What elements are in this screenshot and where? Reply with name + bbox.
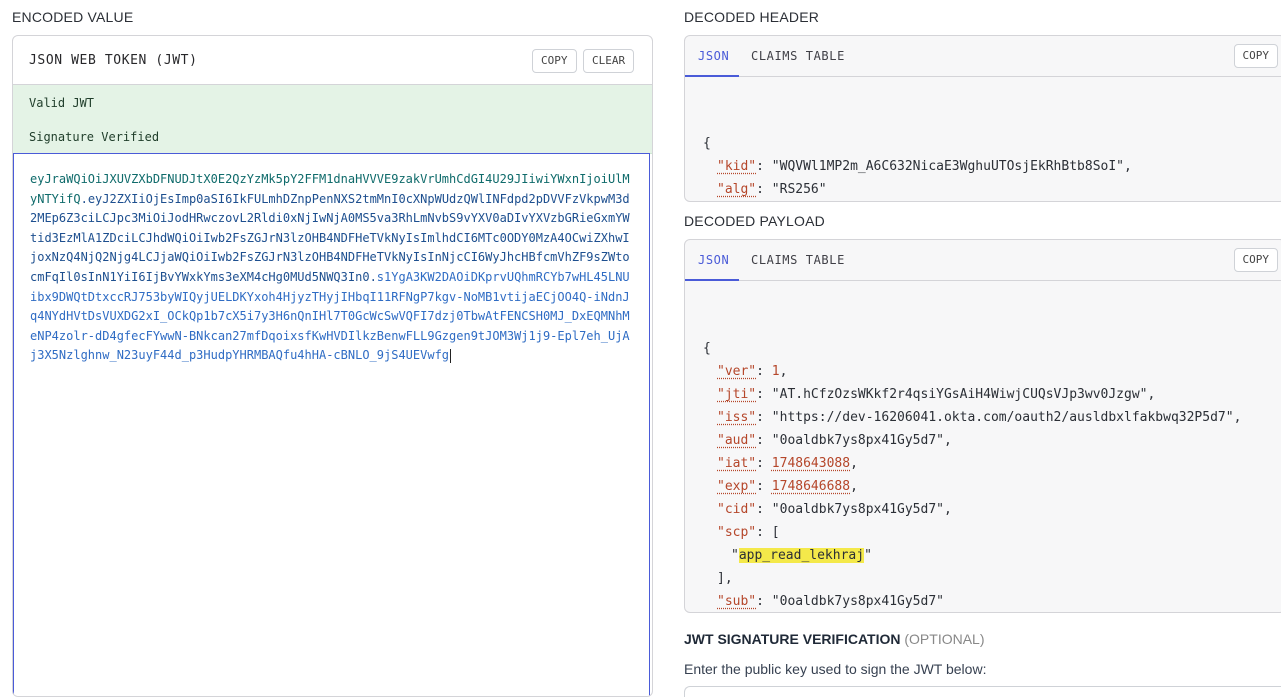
payload-jti-value: "AT.hCfzOzsWKkf2r4qsiYGsAiH4WiwjCUQsVJp3… xyxy=(771,387,1148,402)
header-key-kid: "kid" xyxy=(717,159,757,174)
decoded-payload-title: DECODED PAYLOAD xyxy=(684,213,825,229)
decoded-header-title: DECODED HEADER xyxy=(684,9,820,25)
payload-cid-value: "0oaldbk7ys8px41Gy5d7" xyxy=(771,502,944,517)
valid-jwt-text: Valid JWT xyxy=(29,96,95,110)
payload-aud-value: "0oaldbk7ys8px41Gy5d7" xyxy=(771,433,944,448)
payload-exp-value[interactable]: 1748646688 xyxy=(772,479,850,494)
public-key-input[interactable] xyxy=(684,686,1281,697)
text-cursor xyxy=(450,348,452,363)
signature-verification-title: JWT SIGNATURE VERIFICATION (OPTIONAL) xyxy=(684,631,985,647)
signature-description: Enter the public key used to sign the JW… xyxy=(684,661,987,677)
encoded-panel: JSON WEB TOKEN (JWT) COPY CLEAR Valid JW… xyxy=(12,35,653,697)
signature-verified-text: Signature Verified xyxy=(29,130,160,144)
payload-iss-value: "https://dev-16206041.okta.com/oauth2/au… xyxy=(771,410,1234,425)
header-tab-json[interactable]: JSON xyxy=(698,49,729,63)
signature-title-text: JWT SIGNATURE VERIFICATION xyxy=(684,631,901,647)
token-text: eyJraWQiOiJXUVZXbDFNUDJtX0E2QzYzMk5pY2FF… xyxy=(30,172,630,363)
header-tab-json-label: JSON xyxy=(698,49,730,63)
decoded-payload-panel: JSON CLAIMS TABLE COPY { "ver": 1, "jti"… xyxy=(684,239,1281,613)
token-input[interactable]: eyJraWQiOiJXUVZXbDFNUDJtX0E2QzYzMk5pY2FF… xyxy=(13,153,650,696)
jwt-panel-title: JSON WEB TOKEN (JWT) xyxy=(29,53,198,68)
header-key-alg: "alg" xyxy=(717,182,757,197)
decoded-header-panel: JSON CLAIMS TABLE COPY { "kid": "WQVWl1M… xyxy=(684,35,1281,202)
header-kid-value: "WQVWl1MP2m_A6C632NicaE3WghuUTOsjEkRhBtb… xyxy=(771,159,1124,174)
header-active-tab-indicator xyxy=(685,75,739,77)
copy-payload-button[interactable]: COPY xyxy=(1233,248,1278,272)
payload-active-tab-indicator xyxy=(685,279,739,281)
payload-tab-claims[interactable]: CLAIMS TABLE xyxy=(751,253,845,267)
copy-token-button[interactable]: COPY xyxy=(532,49,577,73)
payload-tabs: JSON CLAIMS TABLE COPY xyxy=(685,240,1281,281)
encoded-value-title: ENCODED VALUE xyxy=(12,9,134,25)
payload-tab-json[interactable]: JSON xyxy=(698,253,729,267)
copy-header-button[interactable]: COPY xyxy=(1233,44,1278,68)
payload-scp-item: app_read_lekhraj xyxy=(738,548,865,563)
payload-ver-value: 1 xyxy=(771,364,780,379)
payload-iat-value[interactable]: 1748643088 xyxy=(772,456,850,471)
clear-token-button[interactable]: CLEAR xyxy=(583,49,635,73)
header-tabs: JSON CLAIMS TABLE COPY xyxy=(685,36,1281,77)
validation-status: Valid JWT Signature Verified xyxy=(13,85,652,154)
header-tab-claims[interactable]: CLAIMS TABLE xyxy=(751,49,845,63)
header-alg-value: "RS256" xyxy=(771,182,827,197)
signature-optional-text: (OPTIONAL) xyxy=(904,631,985,647)
encoded-panel-header: JSON WEB TOKEN (JWT) COPY CLEAR xyxy=(13,36,652,85)
payload-sub-value: "0oaldbk7ys8px41Gy5d7" xyxy=(771,594,944,609)
